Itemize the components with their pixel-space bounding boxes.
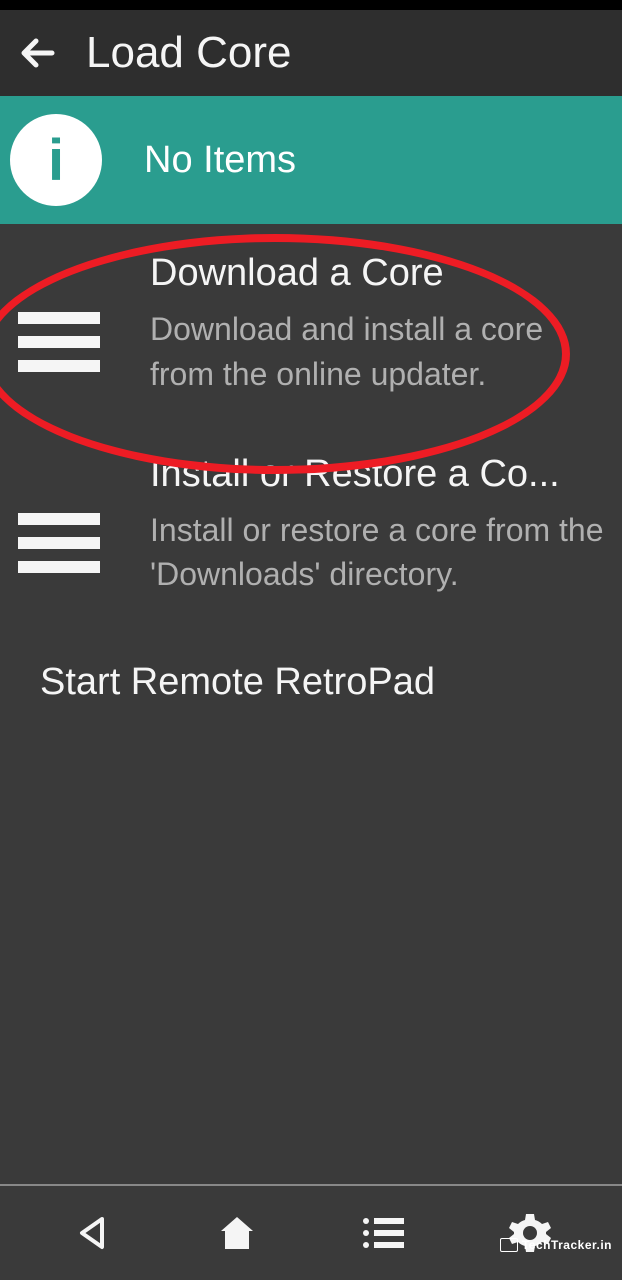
menu-title: Download a Core xyxy=(150,252,604,295)
watermark-icon xyxy=(500,1238,518,1252)
info-banner: i No Items xyxy=(0,96,622,224)
nav-home-icon[interactable] xyxy=(213,1209,261,1257)
menu-description: Download and install a core from the onl… xyxy=(150,307,604,397)
nav-list-icon[interactable] xyxy=(360,1213,408,1253)
menu-content: Download a Core Download and install a c… xyxy=(150,252,604,397)
menu-item-install-restore[interactable]: Install or Restore a Co... Install or re… xyxy=(0,425,622,626)
info-icon: i xyxy=(10,114,102,206)
menu-icon xyxy=(18,312,100,372)
menu-title: Install or Restore a Co... xyxy=(150,453,604,496)
back-arrow-icon[interactable] xyxy=(14,29,62,77)
menu-item-download-core[interactable]: Download a Core Download and install a c… xyxy=(0,224,622,425)
menu-content: Install or Restore a Co... Install or re… xyxy=(150,453,604,598)
info-banner-text: No Items xyxy=(144,139,296,182)
menu-icon xyxy=(18,513,100,573)
watermark: TechTracker.in xyxy=(500,1238,612,1252)
menu-description: Install or restore a core from the 'Down… xyxy=(150,508,604,598)
bottom-nav: TechTracker.in xyxy=(0,1186,622,1280)
menu-item-remote-retropad[interactable]: Start Remote RetroPad xyxy=(0,625,622,740)
status-bar xyxy=(0,0,622,10)
nav-back-icon[interactable] xyxy=(70,1211,114,1255)
header: Load Core xyxy=(0,10,622,96)
page-title: Load Core xyxy=(86,28,291,78)
